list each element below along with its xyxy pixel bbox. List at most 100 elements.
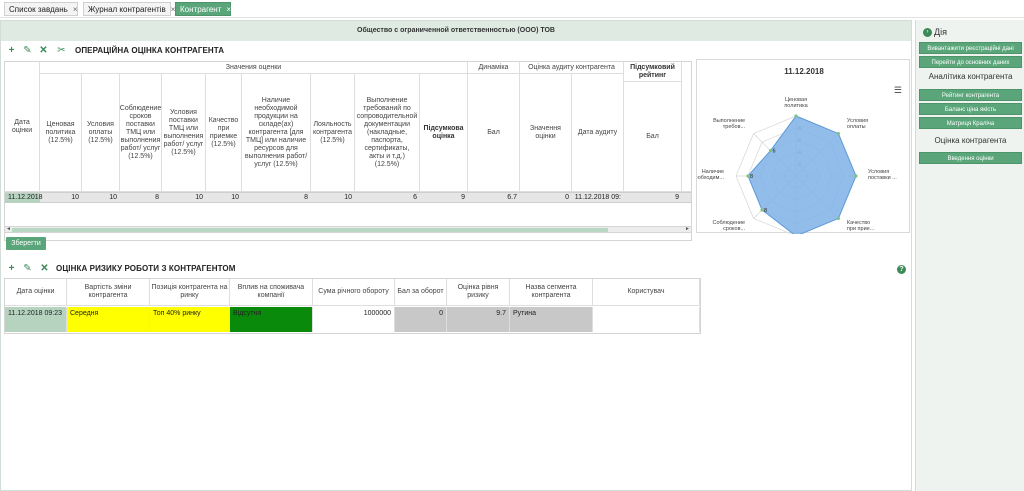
category-label-line: сроков... — [723, 226, 745, 232]
add-icon[interactable]: + — [6, 45, 17, 56]
cell-user[interactable] — [593, 307, 700, 332]
col-header-audit-value[interactable]: Значення оцінки — [520, 74, 572, 192]
tab-counterparty[interactable]: Контрагент × — [175, 2, 231, 16]
col-header-risk-level[interactable]: Оцінка рівня ризику — [447, 279, 510, 306]
radar-chart: 11.12.2018 ☰ 2468886ЦеноваяполитикаУслов… — [696, 59, 910, 234]
cell-segment[interactable]: Рутина — [510, 307, 593, 332]
col-header-switch-cost[interactable]: Вартість зміни контрагента — [67, 279, 150, 306]
cell-audit-value: 0 — [565, 194, 569, 201]
close-icon[interactable]: × — [226, 5, 231, 14]
table-row[interactable]: 11.12.2018 10 10 8 10 10 8 10 6 9 6.7 0 … — [5, 192, 691, 203]
horizontal-scrollbar[interactable]: ◄ ► — [4, 226, 692, 233]
cell-switch-cost[interactable]: Середня — [67, 307, 150, 332]
col-header-annual-turnover[interactable]: Сума річного обороту — [313, 279, 395, 306]
col-header-final-score[interactable]: Бал — [624, 82, 682, 192]
scroll-thumb[interactable] — [12, 228, 608, 232]
data-point — [836, 216, 841, 221]
category-label: Наличиенеобходим... — [697, 169, 724, 181]
cell-final-score: 9 — [675, 194, 679, 201]
edit-icon[interactable]: ✎ — [22, 263, 33, 274]
cell-payment: 10 — [109, 194, 117, 201]
data-label: 8 — [750, 174, 753, 180]
enter-assessment-button[interactable]: Введення оцінки — [919, 152, 1022, 164]
col-header-quality[interactable]: Качество при приемке (12.5%) — [206, 74, 242, 192]
radar-svg: 2468886ЦеноваяполитикаУсловияоплатыУслов… — [697, 97, 897, 234]
col-header-audit-date[interactable]: Дата аудиту — [572, 74, 624, 192]
scroll-right-icon[interactable]: ► — [684, 227, 691, 232]
cell-quality: 10 — [231, 194, 239, 201]
cell-audit-date: 11.12.2018 09: — [574, 194, 621, 201]
cell-date[interactable]: 11.12.2018 09:23 — [5, 307, 67, 332]
category-label-line: поставки ... — [868, 175, 897, 181]
counterparty-rating-button[interactable]: Рейтинг контрагента — [919, 89, 1022, 101]
cell-turnover-score[interactable]: 0 — [395, 307, 447, 332]
cell-risk-level[interactable]: 9.7 — [447, 307, 510, 332]
risk-grid: Дата оцінки Вартість зміни контрагента П… — [4, 278, 701, 334]
category-label: Качество при прие... — [847, 220, 875, 232]
cell-delivery: 10 — [195, 194, 203, 201]
cell-annual-turnover[interactable]: 1000000 — [313, 307, 395, 332]
risk-title: ОЦІНКА РИЗИКУ РОБОТИ З КОНТРАГЕНТОМ — [56, 264, 236, 273]
company-name: Общество с ограниченной ответственностью… — [1, 21, 911, 41]
category-label-line: при прие... — [847, 226, 875, 232]
category-label-line: необходим... — [697, 175, 724, 181]
kraljic-matrix-button[interactable]: Матриця Краліча — [919, 117, 1022, 129]
cell-documents: 6 — [413, 194, 417, 201]
category-label-line: политика — [784, 103, 808, 109]
tab-label: Контрагент — [180, 5, 222, 14]
go-to-main-data-button[interactable]: Перейти до основних даних — [919, 56, 1022, 68]
cell-price: 10 — [71, 194, 79, 201]
col-header-delivery[interactable]: Условия поставки ТМЦ или выполнения рабо… — [162, 74, 206, 192]
delete-icon[interactable]: ✕ — [39, 263, 50, 274]
col-header-payment[interactable]: Условия оплаты (12.5%) — [82, 74, 120, 192]
edit-icon[interactable]: ✎ — [22, 45, 33, 56]
data-point — [836, 131, 841, 136]
cell-total-score: 9 — [461, 194, 465, 201]
col-header-turnover-score[interactable]: Бал за оборот — [395, 279, 447, 306]
group-header-audit: Оцінка аудиту контрагента — [520, 62, 624, 74]
col-header-deadlines[interactable]: Соблюдение сроков поставки ТМЦ или выпол… — [120, 74, 162, 192]
data-label: 6 — [773, 149, 776, 155]
actions-header[interactable]: › Дія — [923, 27, 947, 38]
add-icon[interactable]: + — [6, 263, 17, 274]
category-label: Условия оплаты — [847, 118, 868, 130]
col-header-dynamics-score[interactable]: Бал — [468, 74, 520, 192]
category-label: Условия поставки ... — [868, 169, 897, 181]
tab-counterparty-journal[interactable]: Журнал контрагентів × — [83, 2, 175, 16]
tab-task-list[interactable]: Список завдань × — [4, 2, 78, 16]
col-header-total-score[interactable]: Підсумкова оцінка — [420, 74, 468, 192]
operational-toolbar: + ✎ ✕ ✂ ОПЕРАЦІЙНА ОЦІНКА КОНТРАГЕНТА — [4, 44, 692, 59]
cell-market-position[interactable]: Топ 40% ринку — [150, 307, 230, 332]
col-header-documents[interactable]: Выполнение требований по сопроводительно… — [355, 74, 420, 192]
header-spacer — [682, 62, 691, 192]
col-header-consumer-impact[interactable]: Вплив на споживача компанії — [230, 279, 313, 306]
group-header-final: Підсумковий рейтинг — [624, 62, 682, 82]
cell-loyalty: 10 — [344, 194, 352, 201]
data-point — [854, 174, 858, 178]
col-header-segment[interactable]: Назва сегмента контрагента — [510, 279, 593, 306]
col-header-loyalty[interactable]: Лояльность контрагента (12.5%) — [311, 74, 355, 192]
help-icon[interactable]: ? — [897, 265, 906, 274]
cell-deadlines: 8 — [155, 194, 159, 201]
scroll-left-icon[interactable]: ◄ — [5, 227, 12, 232]
operational-grid: Значения оценки Динаміка Оцінка аудиту к… — [4, 61, 692, 241]
cell-consumer-impact[interactable]: Відсутня — [230, 307, 313, 332]
main-panel: Общество с ограниченной ответственностью… — [0, 20, 912, 491]
tab-label: Журнал контрагентів — [88, 5, 166, 14]
delete-icon[interactable]: ✕ — [38, 45, 49, 56]
col-header-availability[interactable]: Наличие необходимой продукции на складе(… — [242, 74, 311, 192]
col-header-market-position[interactable]: Позиція контрагента на ринку — [150, 279, 230, 306]
col-header-price[interactable]: Ценовая политика (12.5%) — [40, 74, 82, 192]
col-header-user[interactable]: Користувач — [593, 279, 700, 306]
col-header-date[interactable]: Дата оцінки — [5, 62, 40, 192]
price-quality-balance-button[interactable]: Баланс ціна якість — [919, 103, 1022, 115]
save-button[interactable]: Зберегти — [6, 237, 46, 250]
cell-dynamics: 6.7 — [507, 194, 517, 201]
actions-label: Дія — [934, 27, 947, 37]
operational-title: ОПЕРАЦІЙНА ОЦІНКА КОНТРАГЕНТА — [75, 46, 225, 55]
attach-icon[interactable]: ✂ — [56, 45, 67, 56]
tab-bar: Список завдань × Журнал контрагентів × Кон… — [0, 0, 1024, 18]
export-registration-button[interactable]: Вивантажити реєстраційні дані — [919, 42, 1022, 54]
col-header-date[interactable]: Дата оцінки — [5, 279, 67, 306]
close-icon[interactable]: × — [73, 5, 78, 14]
